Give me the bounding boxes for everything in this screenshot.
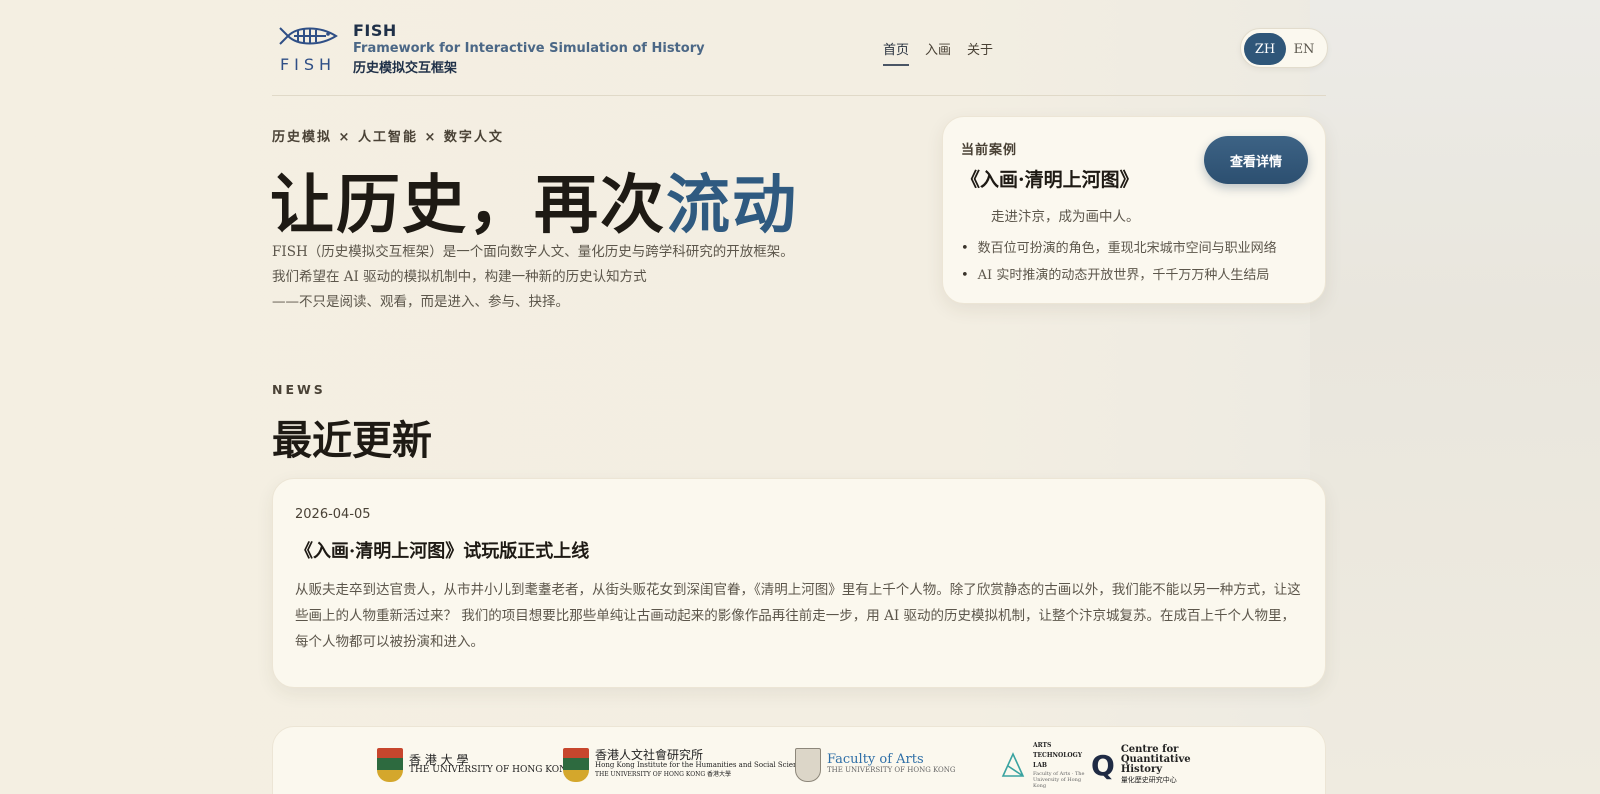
arts-crest-icon [795,748,821,782]
main-container: FISH FISH Framework for Interactive Simu… [270,0,1328,794]
news-body: 从贩夫走卒到达官贵人，从市井小儿到耄耋老者，从街头贩花女到深闺官眷，《清明上河图… [295,582,1301,650]
hero-description: FISH（历史模拟交互框架）是一个面向数字人文、量化历史与跨学科研究的开放框架。… [272,240,794,315]
brand-chinese: 历史模拟交互框架 [353,61,458,76]
partner-name-en: Faculty of Arts [827,752,924,767]
current-case-card: 当前案例 《入画·清明上河图》 走进汴京，成为画中人。 数百位可扮演的角色，重现… [942,116,1326,304]
nav-item-enter[interactable]: 入画 [925,39,951,66]
partner-name-en: THE UNIVERSITY OF HONG KONG [409,765,575,775]
hero-title-accent: 流动 [666,168,798,243]
language-toggle: ZH EN [1240,28,1328,68]
brand-block[interactable]: FISH Framework for Interactive Simulatio… [353,21,705,76]
news-eyebrow: NEWS [272,382,326,397]
nav-item-home[interactable]: 首页 [883,39,910,66]
partner-arts-tech-lab-logo[interactable]: ARTS TECHNOLOGY LAB Faculty of Arts · Th… [999,742,1093,789]
partner-hkihss-logo[interactable]: 香港人文社會研究所 Hong Kong Institute for the Hu… [563,747,809,783]
cqh-q-icon: Q [1091,748,1115,782]
partner-name-zh: 香港人文社會研究所 [595,748,704,762]
main-nav: 首页 入画 关于 [883,39,993,66]
nav-item-about[interactable]: 关于 [967,39,993,66]
case-feature-list: 数百位可扮演的角色，重现北宋城市空间与职业网络 AI 实时推演的动态开放世界，千… [961,235,1277,289]
svg-text:FISH: FISH [280,55,336,74]
news-section-title: 最近更新 [272,417,432,464]
lang-en-button[interactable]: EN [1283,33,1325,65]
hero-desc-line: ——不只是阅读、观看，而是进入、参与、抉择。 [272,294,569,310]
case-label: 当前案例 [961,143,1018,158]
hero-title: 让历史，再次流动 [270,154,798,246]
news-date: 2026-04-05 [295,507,371,522]
brand-english: Framework for Interactive Simulation of … [353,41,705,56]
lang-zh-button[interactable]: ZH [1244,33,1286,65]
partner-name-en: Centre for Quantitative History [1120,744,1191,775]
partner-name-zh: 香 港 大 學 [409,753,469,767]
hero-title-main: 让历史，再次 [270,168,666,243]
partner-name-sub: Faculty of Arts · The University of Hong… [1033,771,1085,789]
hero-desc-line: FISH（历史模拟交互框架）是一个面向数字人文、量化历史与跨学科研究的开放框架。 [272,244,794,260]
atl-triangle-icon [1001,752,1025,777]
list-item: 数百位可扮演的角色，重现北宋城市空间与职业网络 [961,235,1277,262]
site-header: FISH FISH Framework for Interactive Simu… [272,0,1328,96]
brand-name: FISH [353,21,397,40]
hku-crest-icon [377,748,403,782]
partner-name-en: Hong Kong Institute for the Humanities a… [595,761,810,769]
partner-name-zh: 量化歷史研究中心 [1120,776,1177,784]
partner-faculty-of-arts-logo[interactable]: Faculty of Arts THE UNIVERSITY OF HONG K… [795,747,956,783]
fish-logo-icon[interactable]: FISH [276,22,340,74]
partner-cqh-logo[interactable]: Q Centre for Quantitative History 量化歷史研究… [1091,744,1217,785]
hero-eyebrow: 历史模拟 × 人工智能 × 数字人文 [272,130,504,145]
case-subtitle: 走进汴京，成为画中人。 [991,209,1140,225]
news-headline[interactable]: 《入画·清明上河图》试玩版正式上线 [295,537,589,563]
news-card[interactable]: 2026-04-05 《入画·清明上河图》试玩版正式上线 从贩夫走卒到达官贵人，… [272,478,1326,688]
hero-desc-line: 我们希望在 AI 驱动的模拟机制中，构建一种新的历史认知方式 [272,269,647,285]
page-background-right [1310,0,1600,794]
partner-name-sub: THE UNIVERSITY OF HONG KONG [827,766,956,774]
view-details-button[interactable]: 查看详情 [1204,136,1308,184]
partners-strip: 香 港 大 學 THE UNIVERSITY OF HONG KONG 香港人文… [272,726,1326,794]
hku-crest-icon [563,748,589,782]
partner-hku-logo[interactable]: 香 港 大 學 THE UNIVERSITY OF HONG KONG [377,747,574,783]
list-item: AI 实时推演的动态开放世界，千千万万种人生结局 [961,262,1277,289]
partner-name-sub: THE UNIVERSITY OF HONG KONG 香港大學 [595,771,732,778]
case-title: 《入画·清明上河图》 [961,169,1139,191]
partner-name-en: ARTS TECHNOLOGY LAB [1033,742,1083,769]
